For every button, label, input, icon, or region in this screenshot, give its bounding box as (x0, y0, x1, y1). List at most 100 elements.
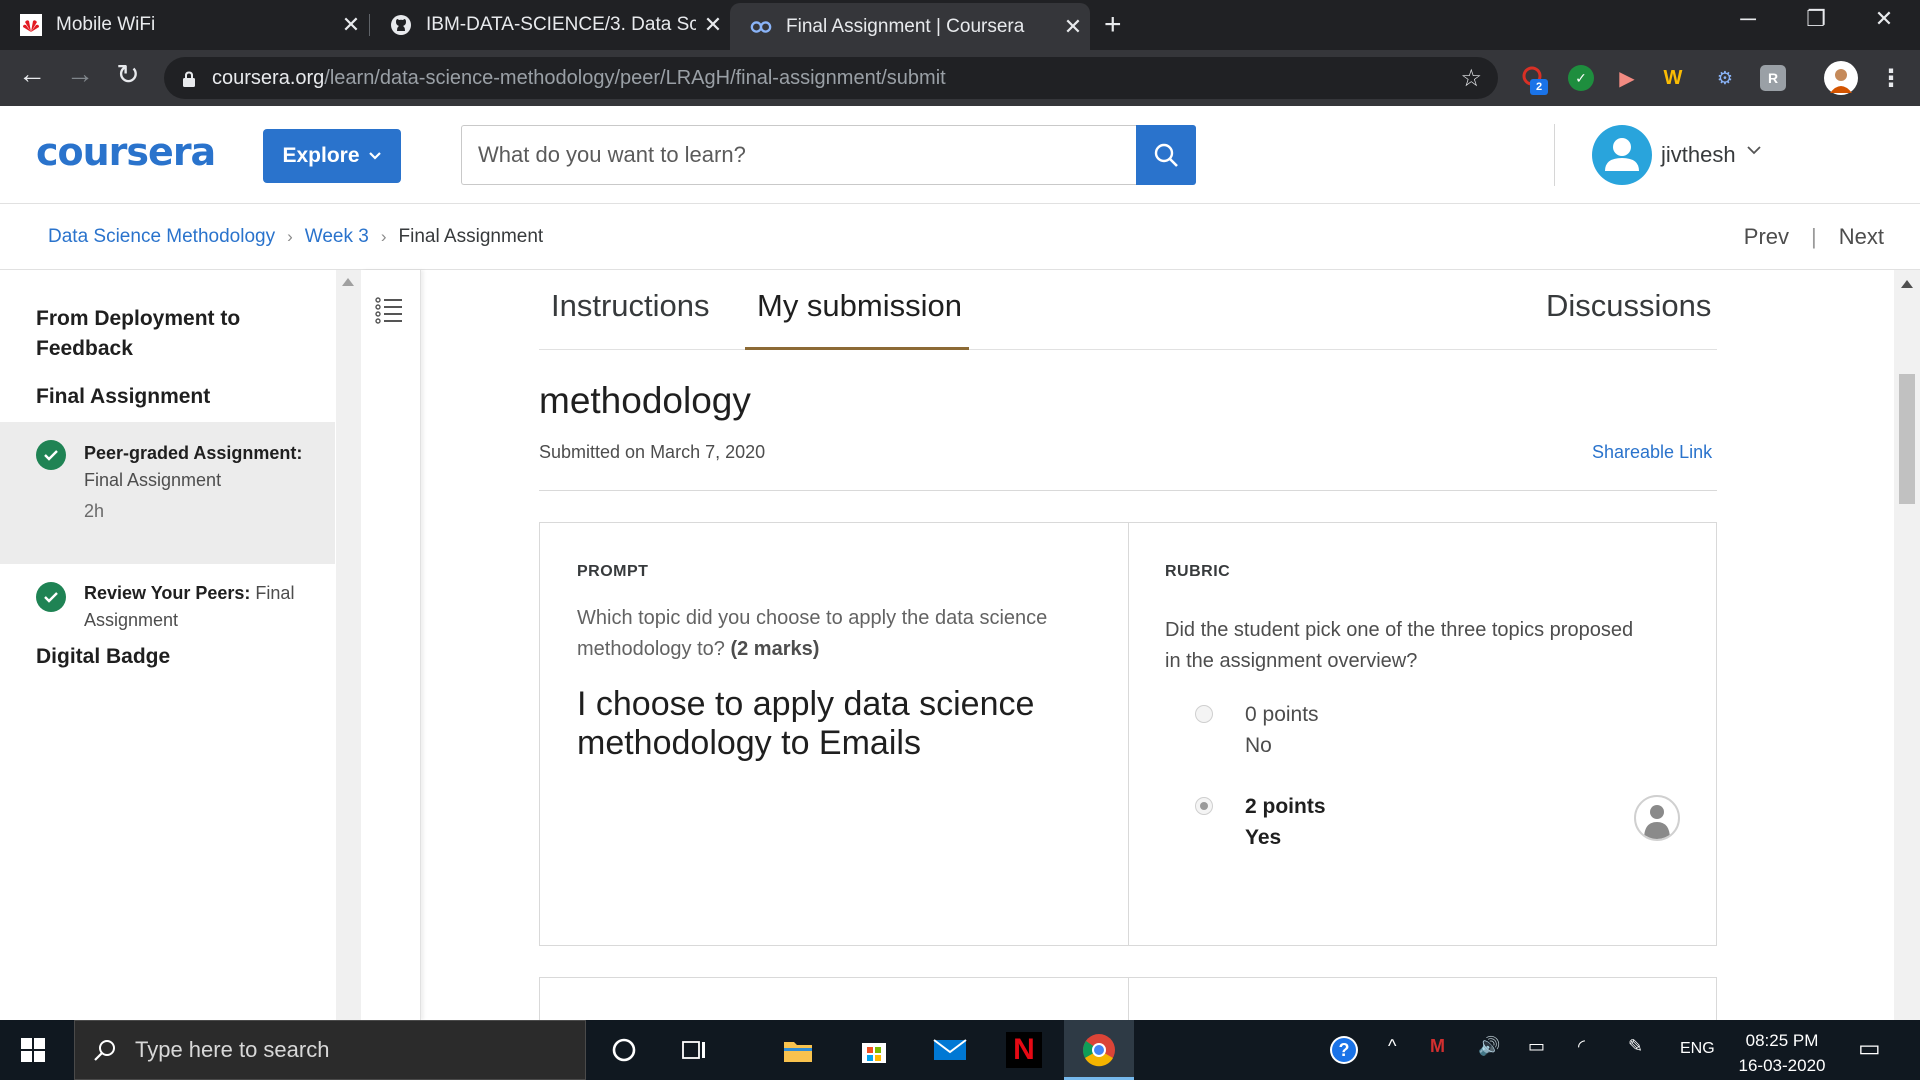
show-hidden-icons-icon[interactable]: ^ (1388, 1036, 1396, 1057)
wifi-icon[interactable]: ◜ (1578, 1036, 1585, 1057)
coursera-logo[interactable]: coursera (36, 130, 216, 174)
chevron-right-icon: › (287, 227, 293, 246)
browser-menu-icon[interactable]: ⋮ (1878, 65, 1904, 92)
close-tab-icon[interactable]: ✕ (696, 12, 730, 38)
page-scrollbar[interactable] (1894, 270, 1920, 1020)
tab-discussions[interactable]: Discussions (1546, 288, 1711, 324)
header-divider (1554, 124, 1555, 186)
address-bar[interactable]: coursera.org/learn/data-science-methodol… (164, 57, 1498, 99)
search-icon (94, 1040, 115, 1061)
search-button[interactable] (1136, 125, 1196, 185)
prev-button[interactable]: Prev (1744, 224, 1789, 250)
sidebar-scrollbar[interactable] (336, 270, 361, 1020)
toc-rail (361, 270, 421, 1020)
prompt-marks: (2 marks) (730, 638, 820, 660)
scroll-up-arrow-icon[interactable] (1901, 280, 1913, 288)
sidebar-item-type: Peer-graded Assignment: (84, 443, 303, 463)
content-tabs: Instructions My submission Discussions (539, 270, 1717, 350)
url-path: /learn/data-science-methodology/peer/LRA… (324, 66, 946, 89)
breadcrumb-course[interactable]: Data Science Methodology (48, 226, 275, 248)
action-center-icon[interactable]: ▭ (1858, 1034, 1881, 1063)
huawei-icon (20, 14, 42, 36)
coursera-icon (750, 16, 772, 38)
netflix-icon[interactable]: N (1006, 1032, 1042, 1068)
prompt-rubric-card: PROMPT Which topic did you choose to app… (539, 522, 1717, 946)
pen-icon[interactable]: ✎ (1628, 1036, 1643, 1057)
browser-tab-github[interactable]: IBM-DATA-SCIENCE/3. Data Scien ✕ (370, 0, 730, 50)
url-host: coursera.org (212, 66, 325, 89)
extension-square-icon[interactable]: R (1760, 65, 1786, 91)
extension-gear-icon[interactable]: ⚙ (1712, 65, 1738, 91)
file-explorer-icon[interactable] (780, 1032, 816, 1068)
sidebar-item-review-peers[interactable]: Review Your Peers: Final Assignment (0, 564, 335, 644)
radio-button (1195, 705, 1213, 723)
taskbar-search[interactable]: Type here to search (74, 1020, 586, 1080)
restore-icon[interactable]: ❐ (1796, 6, 1836, 32)
sidebar-item-type: Review Your Peers: (84, 583, 251, 603)
extension-badge: 2 (1530, 79, 1548, 95)
nav-divider: | (1811, 224, 1817, 249)
chrome-icon[interactable] (1081, 1032, 1117, 1068)
close-tab-icon[interactable]: ✕ (1056, 14, 1090, 40)
search-icon (1154, 143, 1178, 167)
help-icon[interactable]: ? (1326, 1032, 1362, 1068)
clock-time: 08:25 PM (1745, 1031, 1819, 1050)
microsoft-store-icon[interactable] (856, 1032, 892, 1068)
shareable-link[interactable]: Shareable Link (1592, 442, 1712, 463)
browser-tab-coursera[interactable]: Final Assignment | Coursera ✕ (730, 3, 1090, 50)
sidebar-item-peer-graded[interactable]: Peer-graded Assignment: Final Assignment… (0, 422, 335, 564)
site-header: coursera Explore jivthesh (0, 106, 1920, 204)
user-avatar[interactable] (1592, 125, 1652, 185)
sidebar-item-label: Final Assignment (84, 470, 222, 490)
task-view-icon[interactable] (676, 1032, 712, 1068)
mail-icon[interactable] (932, 1032, 968, 1068)
tab-title: IBM-DATA-SCIENCE/3. Data Scien (426, 14, 696, 35)
scrollbar-thumb[interactable] (1899, 374, 1915, 504)
browser-tab-mobile-wifi[interactable]: Mobile WiFi ✕ (0, 0, 368, 50)
clock[interactable]: 08:25 PM 16-03-2020 (1700, 1028, 1864, 1078)
scroll-up-arrow-icon[interactable] (342, 278, 354, 286)
sidebar-section-title[interactable]: From Deployment to Feedback (36, 304, 296, 364)
bookmark-star-icon[interactable]: ☆ (1460, 64, 1482, 93)
tab-instructions[interactable]: Instructions (551, 288, 710, 324)
extension-video-icon[interactable]: ▶ (1614, 65, 1640, 91)
battery-icon[interactable]: ▭ (1528, 1036, 1545, 1057)
next-button[interactable]: Next (1839, 224, 1884, 250)
submission-title: methodology (539, 380, 751, 421)
breadcrumb-current: Final Assignment (398, 226, 544, 247)
search-input[interactable] (461, 125, 1137, 185)
browser-tab-strip: Mobile WiFi ✕ IBM-DATA-SCIENCE/3. Data S… (0, 0, 1920, 50)
minimize-icon[interactable]: ─ (1728, 6, 1768, 32)
username[interactable]: jivthesh (1661, 142, 1736, 168)
forward-arrow-icon[interactable]: → (60, 58, 100, 90)
card-divider (1128, 523, 1129, 945)
list-icon[interactable] (375, 296, 403, 324)
volume-icon[interactable]: 🔊 (1478, 1036, 1500, 1057)
chevron-right-icon: › (380, 227, 387, 246)
sidebar-digital-badge[interactable]: Digital Badge (36, 642, 170, 672)
reload-icon[interactable]: ↻ (108, 58, 148, 91)
cortana-icon[interactable] (606, 1032, 642, 1068)
close-tab-icon[interactable]: ✕ (334, 12, 368, 38)
rubric-option-yes: 2 points Yes (1165, 791, 1565, 855)
svg-text:?: ? (1339, 1040, 1350, 1060)
prev-next-nav: Prev | Next (1744, 224, 1884, 250)
mcafee-icon[interactable]: M (1430, 1036, 1445, 1057)
windows-start-icon[interactable] (20, 1037, 46, 1063)
extension-w-icon[interactable]: W (1660, 65, 1686, 91)
new-tab-icon[interactable]: + (1104, 8, 1122, 42)
grader-avatar-icon (1634, 795, 1680, 841)
profile-avatar-icon[interactable] (1824, 61, 1858, 95)
back-arrow-icon[interactable]: ← (12, 58, 52, 90)
breadcrumb-week[interactable]: Week 3 (305, 226, 369, 248)
tab-my-submission[interactable]: My submission (757, 288, 962, 324)
explore-label: Explore (282, 144, 360, 167)
sidebar-item-duration: 2h (84, 501, 105, 521)
explore-button[interactable]: Explore (263, 129, 401, 183)
chevron-down-icon[interactable] (1746, 144, 1762, 156)
rubric-label: RUBRIC (1165, 563, 1231, 580)
sidebar-lesson-title[interactable]: Final Assignment (36, 382, 210, 412)
extension-check-icon[interactable]: ✓ (1568, 65, 1594, 91)
window-close-icon[interactable]: ✕ (1864, 6, 1904, 32)
github-icon (390, 14, 412, 36)
